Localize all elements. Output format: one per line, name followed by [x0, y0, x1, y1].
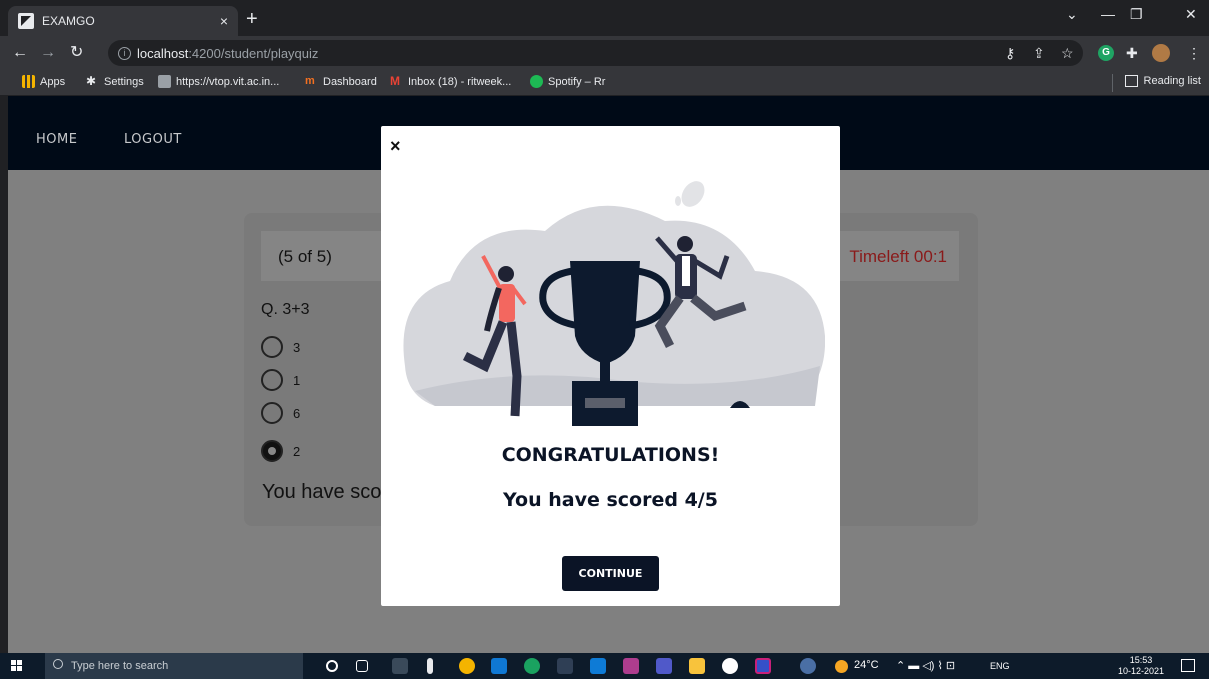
option-label: 2 — [293, 443, 301, 459]
time-left: Timeleft 00:1 — [849, 247, 947, 266]
new-tab-button[interactable]: + — [246, 8, 258, 31]
option-label: 6 — [293, 405, 301, 421]
radio-button[interactable] — [261, 336, 283, 358]
bookmark-label: Settings — [104, 75, 144, 88]
vtop-icon — [158, 75, 171, 88]
green-app-icon[interactable] — [722, 658, 738, 674]
share-icon[interactable]: ⇪ — [1033, 45, 1045, 62]
radio-button[interactable] — [261, 369, 283, 391]
question-text: Q. 3+3 — [261, 301, 310, 318]
bookmark-star-icon[interactable]: ☆ — [1061, 45, 1074, 62]
language-indicator[interactable]: ENG — [990, 661, 1010, 671]
bookmark-settings[interactable]: ✱ Settings — [86, 75, 144, 88]
taskbar-clock[interactable]: 15:53 10-12-2021 — [1118, 655, 1164, 677]
congratulations-heading: CONGRATULATIONS! — [501, 444, 720, 466]
browser-toolbar: ← → ↻ i localhost :4200/student/playquiz… — [0, 36, 1209, 70]
continue-button[interactable]: CONTINUE — [562, 556, 659, 591]
result-modal: × CONGRATULATIONS! You have scored 4/5 C… — [381, 126, 840, 606]
search-icon — [53, 659, 63, 669]
nav-home-link[interactable]: HOME — [36, 132, 77, 147]
examgo-favicon-icon — [18, 13, 34, 29]
option-3[interactable]: 6 — [261, 402, 300, 424]
mail-icon[interactable] — [491, 658, 507, 674]
radio-button[interactable] — [261, 402, 283, 424]
bookmark-vtop[interactable]: https://vtop.vit.ac.in... — [158, 75, 279, 88]
minimize-button[interactable]: — — [1101, 6, 1115, 22]
lightning-app-icon[interactable] — [427, 658, 433, 674]
weather-temp[interactable]: 24°C — [854, 659, 879, 671]
edge-icon[interactable] — [524, 658, 540, 674]
score-text: You have scored 4/5 — [503, 489, 718, 511]
url-path: :4200/student/playquiz — [188, 45, 319, 61]
spotify-icon — [530, 75, 543, 88]
tab-close-icon[interactable]: × — [220, 13, 228, 29]
menu-kebab-icon[interactable]: ⋮ — [1187, 45, 1201, 62]
grammarly-extension-icon[interactable]: G — [1098, 45, 1114, 61]
nav-logout-link[interactable]: LOGOUT — [124, 132, 182, 147]
bookmark-label: Dashboard — [323, 75, 377, 88]
extensions-puzzle-icon[interactable]: ✚ — [1126, 45, 1138, 62]
window-close-button[interactable]: ✕ — [1185, 6, 1197, 23]
profile-avatar[interactable] — [1152, 44, 1170, 62]
option-label: 3 — [293, 339, 301, 355]
bookmark-dashboard[interactable]: m Dashboard — [305, 75, 377, 88]
vscode-icon[interactable] — [590, 658, 606, 674]
url-host: localhost — [137, 45, 189, 61]
weather-sun-icon[interactable] — [835, 660, 848, 673]
maximize-button[interactable]: ❐ — [1130, 6, 1143, 23]
reading-list-label: Reading list — [1143, 75, 1201, 87]
intellij-icon[interactable] — [623, 658, 639, 674]
forward-arrow-icon[interactable]: → — [40, 44, 56, 62]
clock-time: 15:53 — [1129, 655, 1153, 665]
tab-search-chevron-icon[interactable]: ⌄ — [1066, 6, 1078, 23]
bookmark-label: Apps — [40, 75, 66, 88]
terminal-icon[interactable] — [392, 658, 408, 674]
modal-close-icon[interactable]: × — [390, 136, 401, 157]
reload-icon[interactable]: ↻ — [70, 42, 83, 62]
radio-button-selected[interactable] — [261, 440, 283, 462]
browser-tab[interactable]: EXAMGO × — [8, 6, 238, 36]
option-1[interactable]: 3 — [261, 336, 300, 358]
store-icon[interactable] — [557, 658, 573, 674]
tray-icons[interactable]: ⌃ ▬ ◁) ⌇ ⊡ — [896, 659, 955, 672]
question-counter: (5 of 5) — [278, 247, 332, 266]
bookmark-apps[interactable]: Apps — [22, 75, 65, 88]
bookmark-label: https://vtop.vit.ac.in... — [176, 75, 280, 88]
reading-list-button[interactable]: Reading list — [1124, 75, 1201, 87]
taskbar-search-box[interactable]: Type here to search — [45, 653, 303, 679]
option-2[interactable]: 1 — [261, 369, 300, 391]
bookmarks-separator — [1112, 74, 1113, 92]
notification-icon[interactable] — [1181, 659, 1195, 672]
task-view-icon[interactable] — [356, 660, 368, 672]
taskbar-search-placeholder: Type here to search — [71, 660, 169, 672]
site-info-icon[interactable]: i — [118, 46, 131, 60]
dashboard-icon: m — [305, 75, 315, 87]
gear-icon: ✱ — [86, 74, 97, 88]
bookmark-spotify[interactable]: Spotify – Rr — [530, 75, 605, 88]
bookmarks-bar: Apps ✱ Settings https://vtop.vit.ac.in..… — [0, 70, 1209, 96]
teams-icon[interactable] — [656, 658, 672, 674]
gmail-icon: M — [390, 74, 400, 88]
browser-tabstrip: EXAMGO × + ⌄ — ❐ ✕ — [0, 0, 1209, 36]
bookmark-label: Spotify – Rr — [548, 75, 606, 88]
back-arrow-icon[interactable]: ← — [12, 44, 28, 62]
key-icon[interactable]: ⚷ — [1005, 45, 1015, 62]
option-4[interactable]: 2 — [261, 440, 300, 462]
bookmark-inbox[interactable]: M Inbox (18) - ritweek... — [390, 75, 511, 88]
address-bar[interactable]: i localhost :4200/student/playquiz — [108, 40, 1083, 66]
option-label: 1 — [293, 372, 301, 388]
help-icon[interactable] — [800, 658, 816, 674]
chrome-icon[interactable] — [459, 658, 475, 674]
reading-list-icon — [1124, 75, 1138, 87]
tab-title: EXAMGO — [42, 14, 95, 28]
bookmark-label: Inbox (18) - ritweek... — [408, 75, 512, 88]
cortana-icon[interactable] — [326, 660, 338, 672]
trophy-celebration-illustration — [403, 181, 825, 426]
clock-date: 10-12-2021 — [1118, 666, 1165, 676]
windows-taskbar: Type here to search 24°C ⌃ ▬ ◁) ⌇ ⊡ ENG … — [0, 653, 1209, 679]
purple-app-icon[interactable] — [755, 658, 771, 674]
windows-start-icon[interactable] — [11, 660, 23, 672]
apps-grid-icon — [22, 75, 35, 88]
file-explorer-icon[interactable] — [689, 658, 705, 674]
